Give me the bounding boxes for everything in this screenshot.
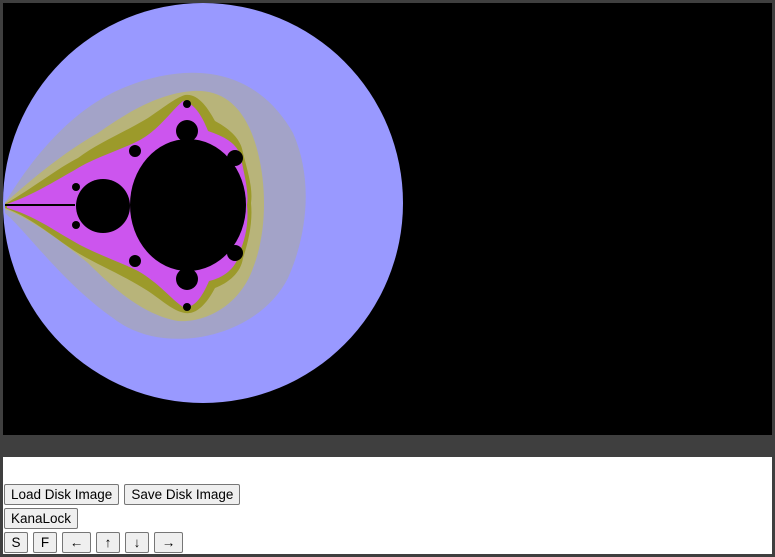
antenna-top [183,100,191,108]
disk-controls-row: Load Disk Image Save Disk Image [4,484,241,505]
up-arrow-button[interactable]: ↑ [96,532,120,553]
kana-row: KanaLock [4,508,79,529]
lower-left-bulb [129,255,141,267]
bottom-bulb [176,268,198,290]
period2-bulb [76,179,130,233]
left-arrow-button[interactable]: ← [62,532,91,553]
control-panel: Load Disk Image Save Disk Image KanaLock… [3,457,772,554]
top-bulb [176,120,198,142]
s-key-button[interactable]: S [4,532,28,553]
lower-right-bulb [227,245,243,261]
small-bulb-top [72,183,80,191]
upper-right-bulb [227,150,243,166]
load-disk-image-button[interactable]: Load Disk Image [4,484,120,505]
kanalock-button[interactable]: KanaLock [4,508,79,529]
right-arrow-button[interactable]: → [154,532,183,553]
real-axis-spike [5,204,75,206]
f-key-button[interactable]: F [33,532,57,553]
key-row: S F ← ↑ ↓ → [4,532,183,553]
mandelbrot-image [3,3,772,435]
down-arrow-button[interactable]: ↓ [125,532,149,553]
emulator-window: Load Disk Image Save Disk Image KanaLock… [0,0,775,557]
antenna-bottom [183,303,191,311]
emulator-screen[interactable] [3,3,772,435]
small-bulb-bottom [72,221,80,229]
screen-divider [3,435,772,457]
save-disk-image-button[interactable]: Save Disk Image [124,484,241,505]
upper-left-bulb [129,145,141,157]
